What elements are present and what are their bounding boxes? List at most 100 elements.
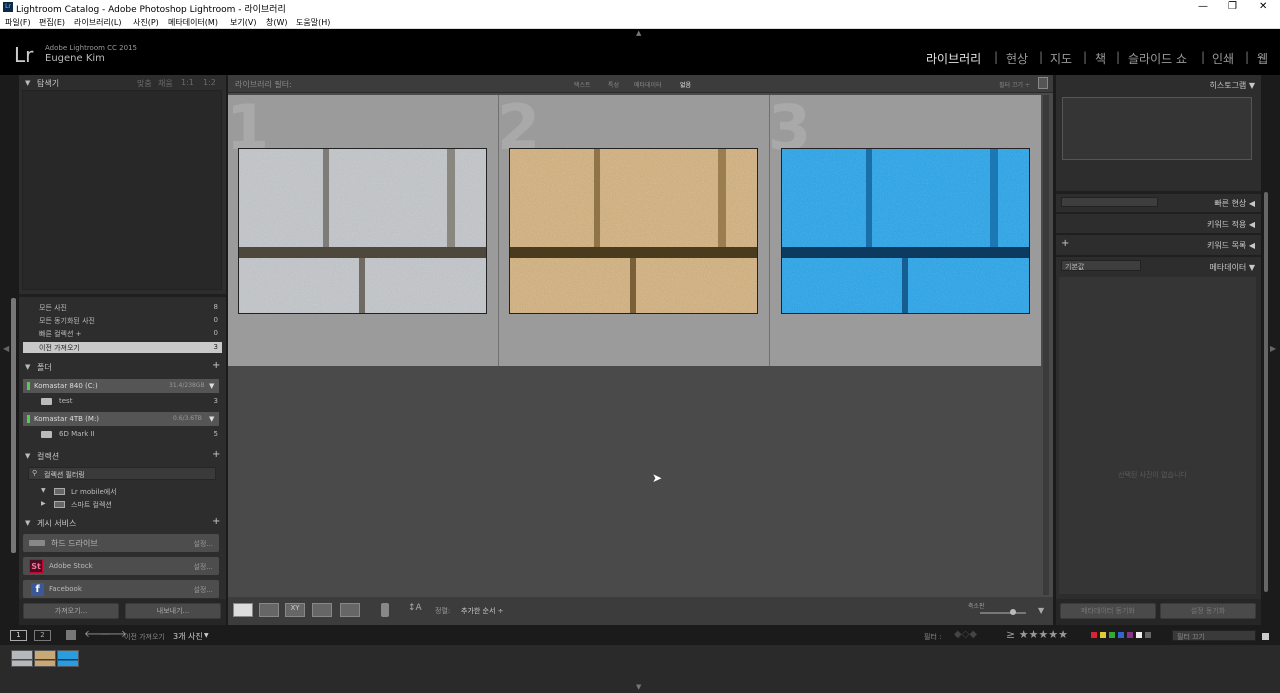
- nav-fill[interactable]: 채움: [158, 78, 173, 89]
- sync-settings-button[interactable]: 설정 동기화: [1160, 603, 1256, 619]
- nav-1-1[interactable]: 1:1: [181, 78, 194, 87]
- quick-develop-title[interactable]: 빠른 현상 ◀: [1214, 198, 1255, 209]
- grid-cell[interactable]: 2: [497, 91, 770, 366]
- menu-window[interactable]: 창(W): [266, 17, 288, 28]
- collection-filter-field[interactable]: ⚲ 컬렉션 필터링: [28, 467, 216, 480]
- keyword-list-title[interactable]: 키워드 목록 ◀: [1207, 240, 1255, 251]
- module-develop[interactable]: 현상: [1006, 50, 1028, 67]
- grid-view-icon[interactable]: [233, 603, 253, 617]
- close-button[interactable]: ✕: [1259, 1, 1267, 12]
- navigator-collapse-icon[interactable]: ▼: [25, 79, 30, 87]
- color-label-red[interactable]: [1091, 632, 1097, 638]
- color-label-purple[interactable]: [1127, 632, 1133, 638]
- rating-filter-stars[interactable]: ≥ ★★★★★: [1006, 628, 1068, 641]
- publish-adobe-stock[interactable]: St Adobe Stock 설정...: [23, 557, 219, 575]
- left-scrollbar[interactable]: [11, 298, 16, 553]
- menu-edit[interactable]: 편집(E): [39, 17, 65, 28]
- volume-expand-icon[interactable]: ▼: [209, 382, 214, 390]
- catalog-quick-collection[interactable]: 빠른 컬렉션 + 0: [23, 329, 222, 341]
- collections-collapse-icon[interactable]: ▼: [25, 452, 30, 460]
- nav-fit[interactable]: 맞춤: [137, 78, 152, 89]
- color-label-blue[interactable]: [1118, 632, 1124, 638]
- photo-thumbnail[interactable]: [781, 148, 1030, 314]
- expand-down-icon[interactable]: ▼: [41, 487, 46, 494]
- filmstrip-source[interactable]: 이전 가져오기: [124, 632, 165, 642]
- collection-set-mobile[interactable]: ▼ Lr mobile에서: [23, 487, 222, 499]
- keyword-add-button[interactable]: +: [1061, 238, 1069, 249]
- folders-collapse-icon[interactable]: ▼: [25, 363, 30, 371]
- publish-facebook[interactable]: f Facebook 설정...: [23, 580, 219, 598]
- menu-file[interactable]: 파일(F): [5, 17, 31, 28]
- menu-library[interactable]: 라이브러리(L): [74, 17, 122, 28]
- module-web[interactable]: 웹: [1257, 50, 1268, 67]
- filter-tab-none[interactable]: 없음: [680, 80, 691, 89]
- thumbnail-size-handle[interactable]: [1010, 609, 1016, 615]
- menu-metadata[interactable]: 메타데이터(M): [168, 17, 218, 28]
- menu-help[interactable]: 도움말(H): [296, 17, 330, 28]
- color-label-none[interactable]: [1145, 632, 1151, 638]
- menu-photo[interactable]: 사진(P): [133, 17, 159, 28]
- folder-6d-mark-ii[interactable]: 6D Mark II 5: [23, 430, 222, 442]
- volume-expand-icon[interactable]: ▼: [209, 415, 214, 423]
- metadata-preset-dropdown[interactable]: 기본값: [1061, 260, 1141, 271]
- sort-direction-icon[interactable]: ↕A: [408, 603, 422, 613]
- export-button[interactable]: 내보내기...: [125, 603, 221, 619]
- filmstrip-thumbnail[interactable]: [57, 650, 79, 667]
- photo-thumbnail[interactable]: [238, 148, 487, 314]
- module-map[interactable]: 지도: [1050, 50, 1072, 67]
- lock-icon[interactable]: [1038, 77, 1048, 89]
- expand-right-icon[interactable]: ▶: [41, 500, 46, 507]
- forward-arrow-icon[interactable]: 🡒: [100, 628, 127, 640]
- metadata-title[interactable]: 메타데이터 ▼: [1209, 262, 1255, 273]
- module-print[interactable]: 인쇄: [1212, 50, 1234, 67]
- catalog-all-photos[interactable]: 모든 사진 8: [23, 303, 222, 315]
- color-label-green[interactable]: [1109, 632, 1115, 638]
- loupe-view-icon[interactable]: [259, 603, 279, 617]
- keywording-title[interactable]: 키워드 적용 ◀: [1207, 219, 1255, 230]
- publish-add-button[interactable]: +: [212, 516, 220, 527]
- catalog-synced-photos[interactable]: 모든 동기화된 사진 0: [23, 316, 222, 328]
- photo-thumbnail[interactable]: [509, 148, 758, 314]
- filter-preset-select[interactable]: 필터 끄기: [1172, 630, 1256, 641]
- display-1-button[interactable]: 1: [10, 630, 27, 641]
- right-scrollbar[interactable]: [1264, 192, 1268, 592]
- folder-test[interactable]: test 3: [23, 397, 222, 409]
- publish-hard-drive[interactable]: 하드 드라이브 설정...: [23, 534, 219, 552]
- menu-view[interactable]: 보기(V): [230, 17, 256, 28]
- publish-collapse-icon[interactable]: ▼: [25, 519, 30, 527]
- sort-dropdown[interactable]: 추가한 순서 ÷: [461, 606, 504, 616]
- sync-metadata-button[interactable]: 메타데이터 동기화: [1060, 603, 1156, 619]
- right-panel-toggle-icon[interactable]: ▶: [1270, 344, 1276, 353]
- collections-add-button[interactable]: +: [212, 449, 220, 460]
- module-library[interactable]: 라이브러리: [926, 50, 981, 67]
- module-book[interactable]: 책: [1095, 50, 1106, 67]
- catalog-previous-import[interactable]: 이전 가져오기 3: [23, 342, 222, 353]
- spray-can-icon[interactable]: [381, 603, 389, 617]
- folders-add-button[interactable]: +: [212, 360, 220, 371]
- grid-cell[interactable]: 1: [226, 91, 499, 366]
- minimize-button[interactable]: —: [1198, 1, 1208, 12]
- source-dropdown-icon[interactable]: ▼: [204, 632, 209, 639]
- filter-tab-text[interactable]: 텍스트: [574, 80, 591, 89]
- center-scrollbar[interactable]: [1043, 95, 1049, 595]
- filter-preset-dropdown[interactable]: 필터 끄기 ÷: [999, 80, 1030, 89]
- compare-view-icon[interactable]: XY: [285, 603, 305, 617]
- filter-tab-metadata[interactable]: 메타데이터: [634, 80, 662, 89]
- top-panel-toggle-icon[interactable]: ▲: [636, 29, 641, 37]
- volume-c[interactable]: Komastar 840 (C:) 31.4/238GB ▼: [23, 379, 219, 393]
- survey-view-icon[interactable]: [312, 603, 332, 617]
- left-panel-toggle-icon[interactable]: ◀: [3, 344, 9, 353]
- publish-setup-button[interactable]: 설정...: [193, 539, 213, 549]
- filmstrip-thumbnail[interactable]: [34, 650, 56, 667]
- toolbar-menu-icon[interactable]: ▼: [1038, 606, 1044, 615]
- filmstrip-thumbnail[interactable]: [11, 650, 33, 667]
- quick-develop-preset[interactable]: [1061, 197, 1158, 207]
- flag-filter-icon[interactable]: ◆◇◆: [954, 629, 977, 640]
- maximize-button[interactable]: ❐: [1228, 1, 1237, 12]
- grid-shortcut-icon[interactable]: [66, 630, 76, 640]
- publish-setup-button[interactable]: 설정...: [193, 585, 213, 595]
- bottom-panel-toggle-icon[interactable]: ▼: [636, 683, 641, 691]
- import-button[interactable]: 가져오기...: [23, 603, 119, 619]
- collection-set-smart[interactable]: ▶ 스마트 컬렉션: [23, 500, 222, 512]
- volume-m[interactable]: Komastar 4TB (M:) 0.6/3.6TB ▼: [23, 412, 219, 426]
